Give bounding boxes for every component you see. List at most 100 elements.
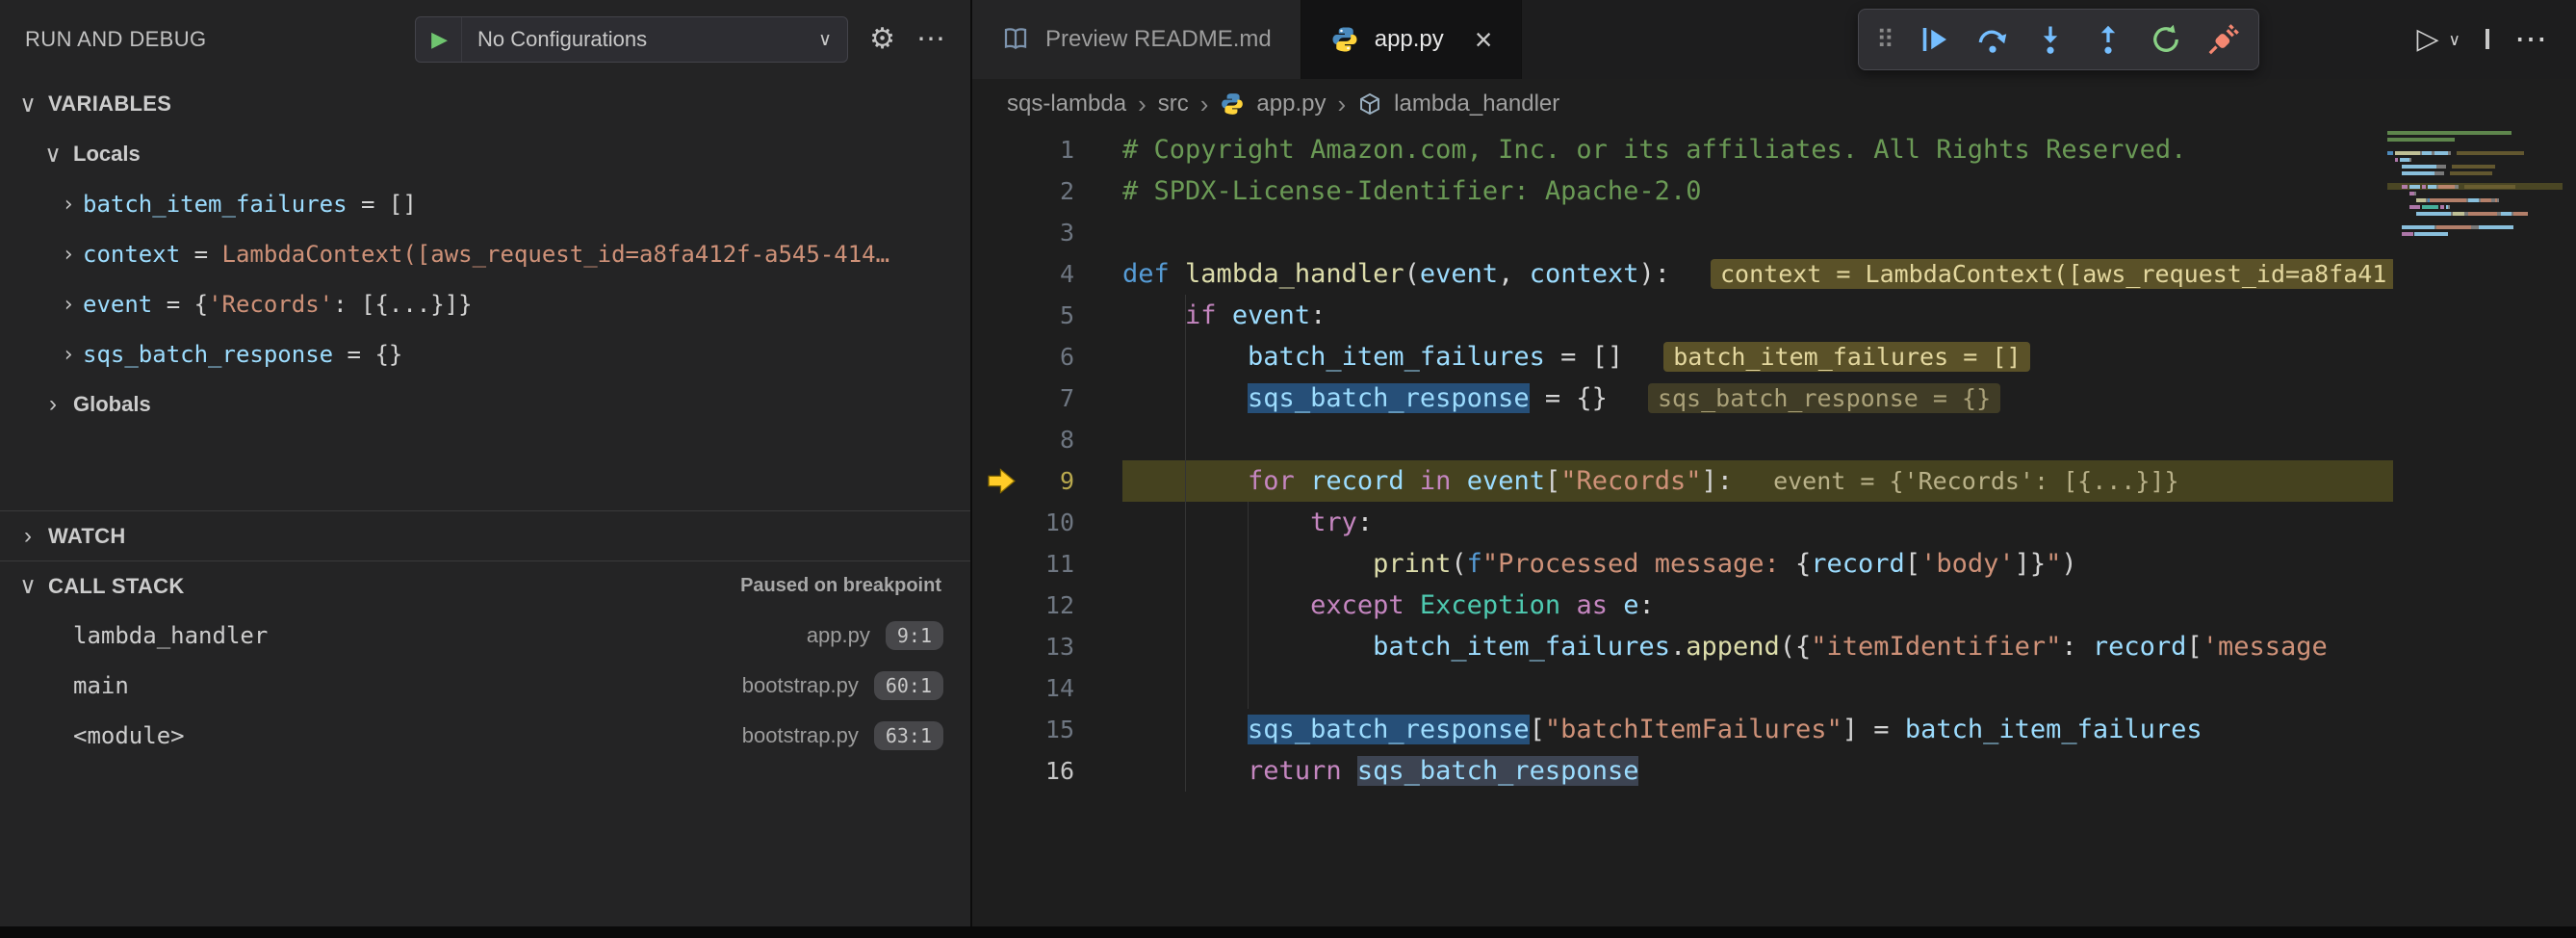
call-stack-frame[interactable]: mainbootstrap.py60:1: [0, 661, 970, 711]
close-icon[interactable]: ×: [1475, 24, 1493, 55]
line-number[interactable]: 11: [972, 543, 1122, 585]
code-line-10[interactable]: 10 try:: [972, 502, 2576, 543]
step-into-icon[interactable]: [2033, 22, 2068, 57]
line-number[interactable]: 5: [972, 295, 1122, 336]
line-content[interactable]: sqs_batch_response = {}sqs_batch_respons…: [1122, 378, 2393, 419]
execution-pointer-icon: [986, 465, 1018, 497]
line-content[interactable]: [1122, 419, 2393, 460]
tab-preview-readme[interactable]: Preview README.md: [972, 0, 1301, 79]
code-line-1[interactable]: 1# Copyright Amazon.com, Inc. or its aff…: [972, 129, 2576, 170]
variables-list: ›batch_item_failures = []›context = Lamb…: [0, 179, 970, 379]
code-line-16[interactable]: 16 return sqs_batch_response: [972, 750, 2576, 792]
restart-icon[interactable]: [2149, 22, 2183, 57]
line-content[interactable]: batch_item_failures = []batch_item_failu…: [1122, 336, 2393, 378]
breadcrumb-item-file[interactable]: app.py: [1256, 91, 1326, 117]
more-actions-icon[interactable]: ⋯: [2514, 23, 2547, 56]
breadcrumb-item-folder[interactable]: src: [1158, 91, 1189, 117]
drag-grip-icon[interactable]: ⠿: [1876, 25, 1894, 55]
sidebar-title: RUN AND DEBUG: [25, 27, 207, 52]
line-content[interactable]: batch_item_failures.append({"itemIdentif…: [1122, 626, 2393, 667]
frame-file: bootstrap.py: [742, 673, 859, 698]
call-stack-frame[interactable]: lambda_handlerapp.py9:1: [0, 611, 970, 661]
code-line-15[interactable]: 15 sqs_batch_response["batchItemFailures…: [972, 709, 2576, 750]
line-number[interactable]: 10: [972, 502, 1122, 543]
code-line-6[interactable]: 6 batch_item_failures = []batch_item_fai…: [972, 336, 2576, 378]
debug-config-dropdown[interactable]: ▶ No Configurations ∨: [415, 16, 848, 63]
code-line-11[interactable]: 11 print(f"Processed message: {record['b…: [972, 543, 2576, 585]
code-line-2[interactable]: 2# SPDX-License-Identifier: Apache-2.0: [972, 170, 2576, 212]
line-number[interactable]: 1: [972, 129, 1122, 170]
line-content[interactable]: sqs_batch_response["batchItemFailures"] …: [1122, 709, 2393, 750]
breadcrumb-item-project[interactable]: sqs-lambda: [1007, 91, 1126, 117]
line-number[interactable]: 2: [972, 170, 1122, 212]
globals-group[interactable]: › Globals: [0, 379, 970, 430]
locals-group[interactable]: ∨ Locals: [0, 129, 970, 179]
code-line-3[interactable]: 3: [972, 212, 2576, 253]
line-content[interactable]: def lambda_handler(event, context):conte…: [1122, 253, 2393, 295]
line-number[interactable]: 15: [972, 709, 1122, 750]
variables-section-header[interactable]: ∨ VARIABLES: [0, 79, 970, 129]
debug-toolbar: ⠿: [1858, 9, 2259, 70]
frame-position-badge: 60:1: [874, 671, 943, 700]
breadcrumb-item-symbol[interactable]: lambda_handler: [1394, 91, 1559, 117]
line-content[interactable]: if event:: [1122, 295, 2393, 336]
disconnect-icon[interactable]: [2206, 22, 2241, 57]
variable-row[interactable]: ›event = {'Records': [{...}]}: [0, 279, 970, 329]
frame-file: app.py: [807, 623, 870, 648]
call-stack-section-header[interactable]: ∨ CALL STACK Paused on breakpoint: [0, 560, 970, 611]
chevron-expanded-icon: ∨: [13, 572, 42, 600]
step-over-icon[interactable]: [1975, 22, 2010, 57]
line-number[interactable]: 9: [972, 460, 1122, 502]
line-number[interactable]: 7: [972, 378, 1122, 419]
line-number[interactable]: 4: [972, 253, 1122, 295]
line-content[interactable]: return sqs_batch_response: [1122, 750, 2393, 792]
line-number[interactable]: 8: [972, 419, 1122, 460]
sidebar-toolbar: RUN AND DEBUG ▶ No Configurations ∨ ⚙ ⋯: [0, 0, 970, 79]
tab-app-py[interactable]: app.py ×: [1301, 0, 1523, 79]
gear-icon[interactable]: ⚙: [869, 25, 895, 54]
line-number[interactable]: 13: [972, 626, 1122, 667]
line-content[interactable]: except Exception as e:: [1122, 585, 2393, 626]
line-number[interactable]: 12: [972, 585, 1122, 626]
code-line-12[interactable]: 12 except Exception as e:: [972, 585, 2576, 626]
symbol-function-icon: [1357, 91, 1382, 117]
chevron-down-icon[interactable]: ∨: [2449, 32, 2460, 48]
line-content[interactable]: print(f"Processed message: {record['body…: [1122, 543, 2393, 585]
more-actions-icon[interactable]: ⋯: [916, 25, 945, 54]
chevron-expanded-icon: ∨: [39, 141, 67, 169]
variable-row[interactable]: ›context = LambdaContext([aws_request_id…: [0, 229, 970, 279]
code-line-9[interactable]: 9 for record in event["Records"]:event =…: [972, 460, 2576, 502]
code-line-14[interactable]: 14: [972, 667, 2576, 709]
continue-icon[interactable]: [1918, 22, 1952, 57]
line-number[interactable]: 3: [972, 212, 1122, 253]
line-content[interactable]: [1122, 212, 2393, 253]
code-editor[interactable]: 1# Copyright Amazon.com, Inc. or its aff…: [972, 129, 2576, 792]
config-dropdown-label: No Configurations: [462, 27, 803, 52]
variable-row[interactable]: ›batch_item_failures = []: [0, 179, 970, 229]
line-content[interactable]: for record in event["Records"]:event = {…: [1122, 460, 2393, 502]
line-content[interactable]: # Copyright Amazon.com, Inc. or its affi…: [1122, 129, 2393, 170]
code-line-8[interactable]: 8: [972, 419, 2576, 460]
line-number[interactable]: 16: [972, 750, 1122, 792]
watch-section-header[interactable]: › WATCH: [0, 510, 970, 560]
line-content[interactable]: [1122, 667, 2393, 709]
chevron-collapsed-icon: ›: [13, 523, 42, 550]
variable-row[interactable]: ›sqs_batch_response = {}: [0, 329, 970, 379]
split-editor-icon[interactable]: [2486, 32, 2489, 47]
code-line-13[interactable]: 13 batch_item_failures.append({"itemIden…: [972, 626, 2576, 667]
run-python-file-icon[interactable]: ▷: [2416, 25, 2438, 54]
line-content[interactable]: # SPDX-License-Identifier: Apache-2.0: [1122, 170, 2393, 212]
code-line-4[interactable]: 4def lambda_handler(event, context):cont…: [972, 253, 2576, 295]
line-content[interactable]: try:: [1122, 502, 2393, 543]
variable-value: {}: [374, 341, 402, 368]
call-stack-frame[interactable]: <module>bootstrap.py63:1: [0, 711, 970, 761]
code-line-5[interactable]: 5 if event:: [972, 295, 2576, 336]
code-line-7[interactable]: 7 sqs_batch_response = {}sqs_batch_respo…: [972, 378, 2576, 419]
minimap[interactable]: [2387, 129, 2563, 237]
start-debugging-icon[interactable]: ▶: [416, 27, 461, 52]
step-out-icon[interactable]: [2091, 22, 2125, 57]
variable-value: : [{...}]}: [333, 291, 473, 318]
line-number[interactable]: 6: [972, 336, 1122, 378]
debug-inline-value: batch_item_failures = []: [1663, 342, 2030, 372]
line-number[interactable]: 14: [972, 667, 1122, 709]
